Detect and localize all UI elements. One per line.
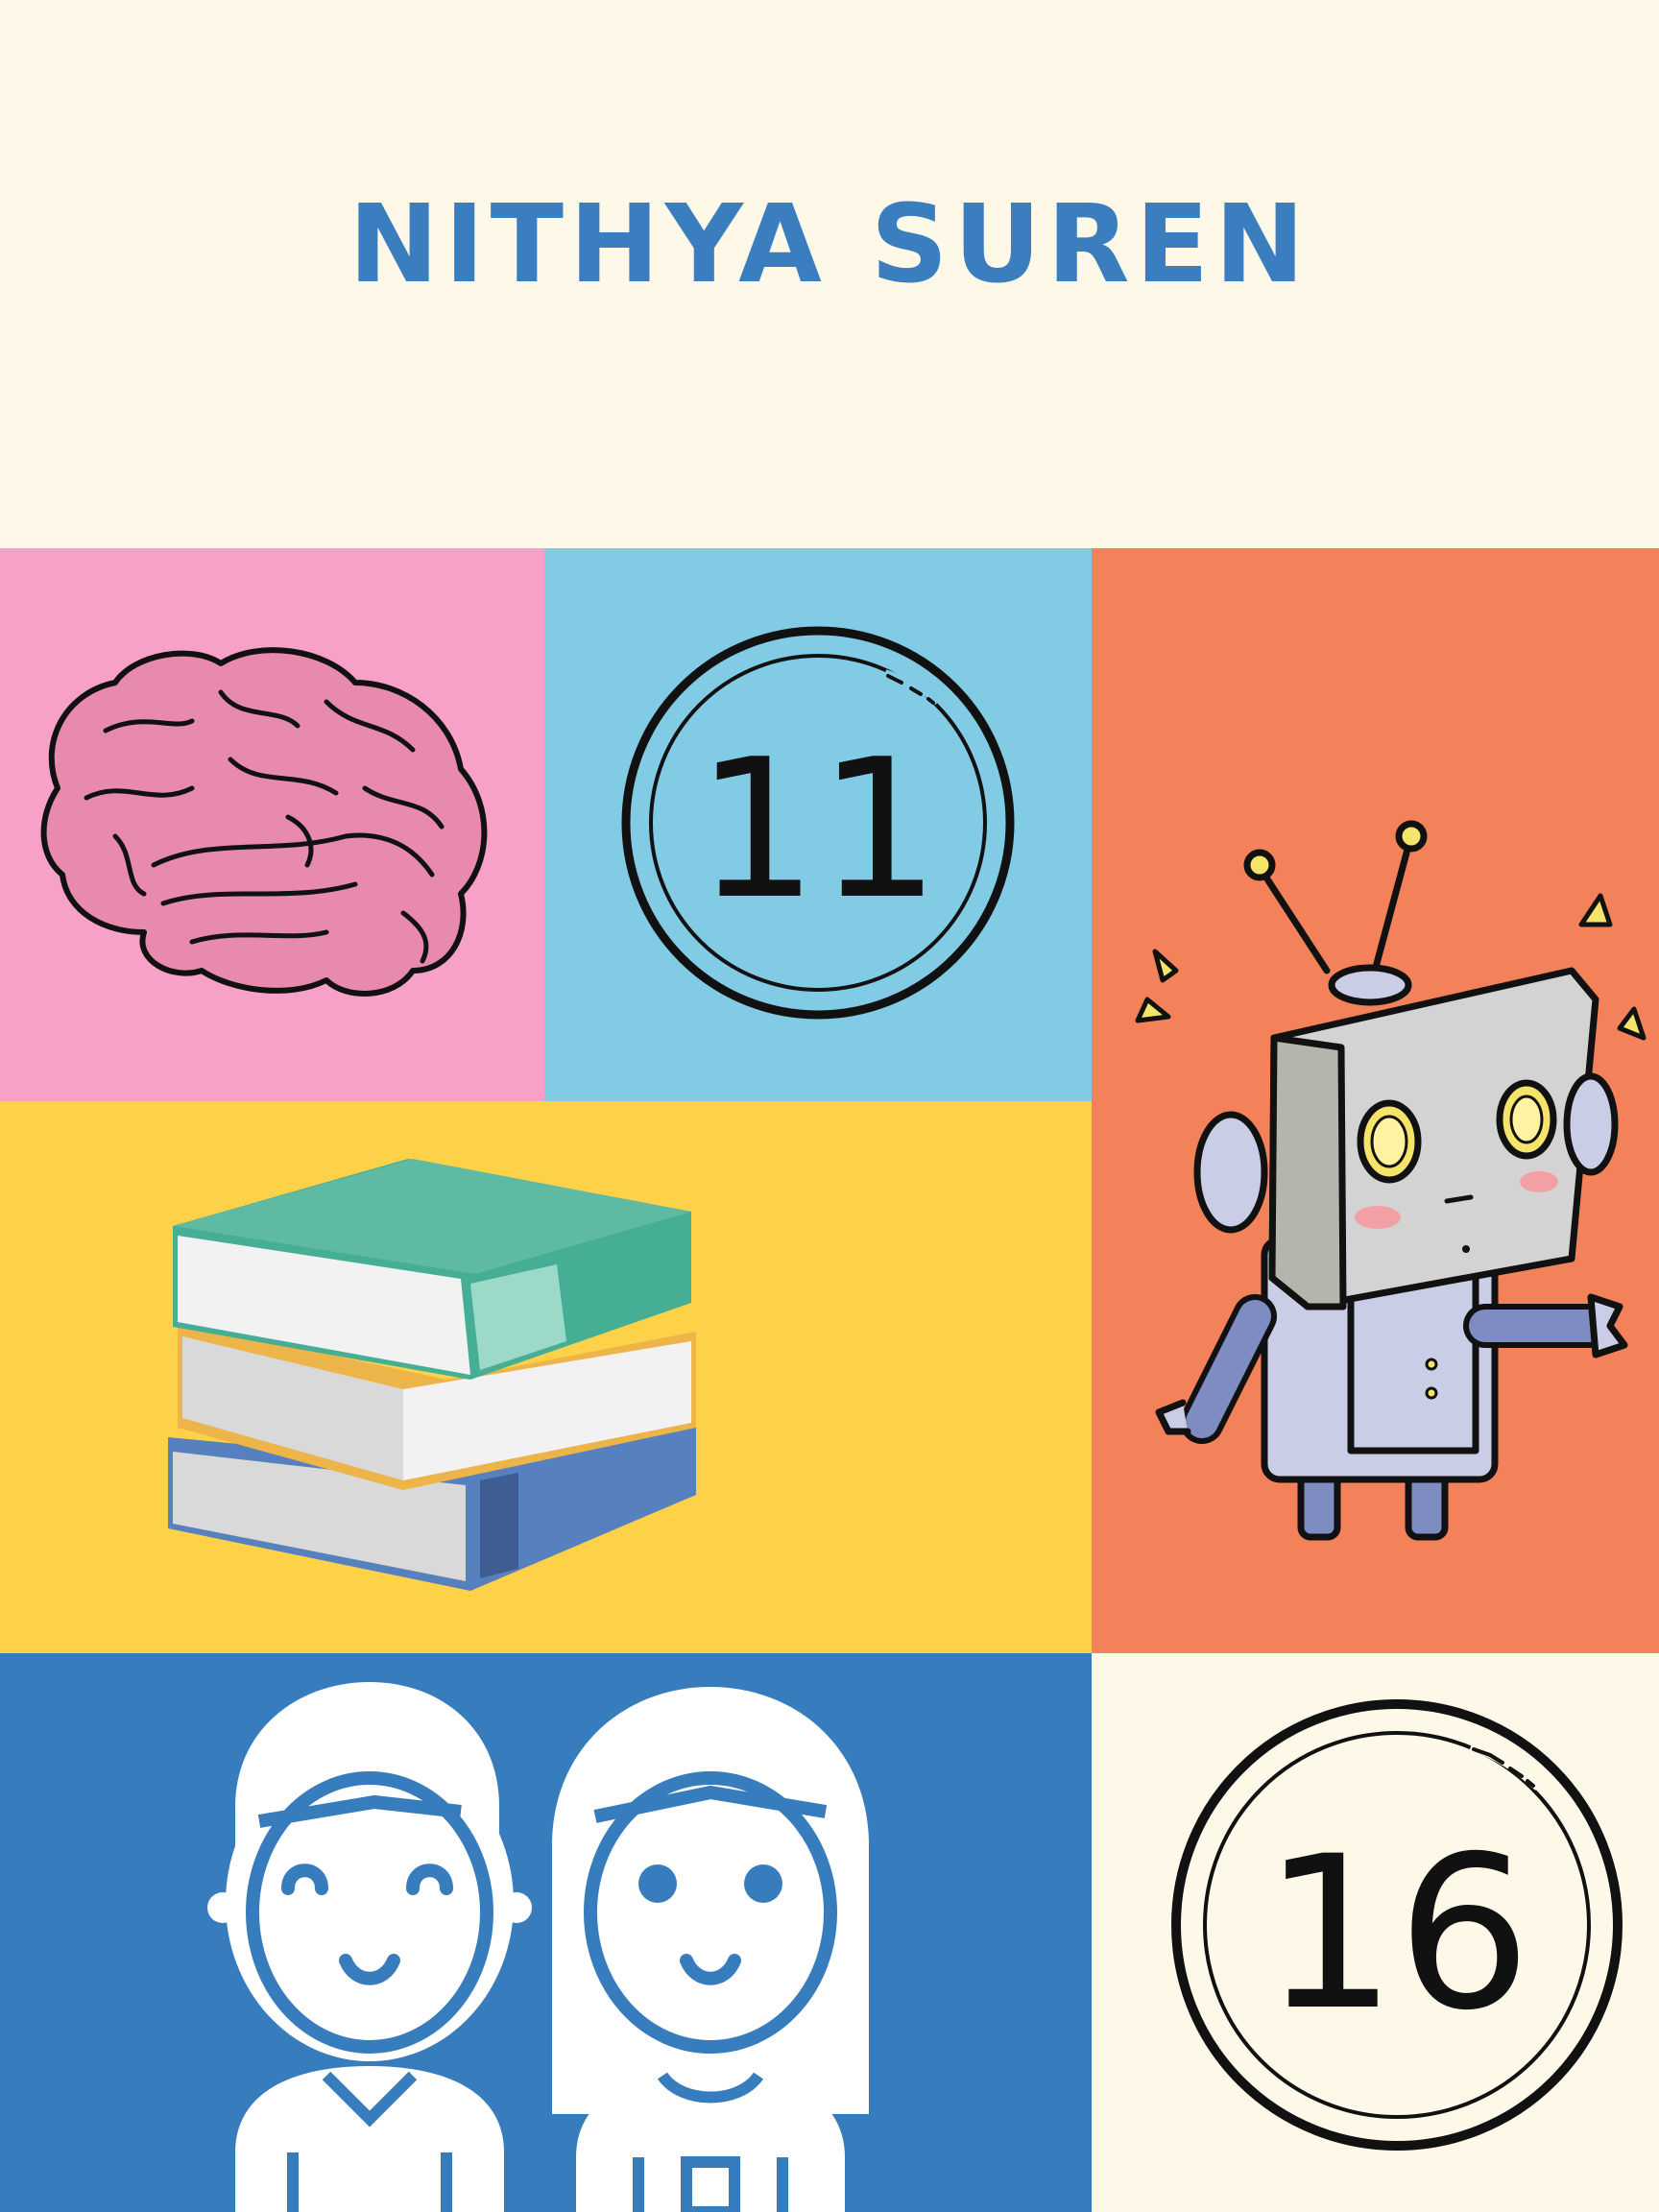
brain-tile [0, 548, 544, 1101]
number-badge-2: 16 [1171, 1699, 1623, 2151]
number-badge-1: 11 [621, 626, 1015, 1020]
robot-tile [1092, 548, 1659, 1653]
books-tile [0, 1101, 1092, 1653]
number-badge-1-tile: 11 [544, 548, 1092, 1101]
people-tile [0, 1653, 1092, 2212]
number-badge-2-value: 16 [1262, 1811, 1531, 2056]
number-badge-1-value: 11 [696, 718, 941, 942]
books-stack-icon [168, 1159, 696, 1591]
robot-icon [1135, 820, 1647, 1541]
number-badge-2-tile: 16 [1092, 1653, 1659, 2212]
page: NITHYA SUREN 11 16 [0, 0, 1659, 2212]
brain-icon [40, 647, 488, 997]
page-title: NITHYA SUREN [349, 182, 1310, 307]
boy-girl-icon [207, 1682, 869, 2212]
